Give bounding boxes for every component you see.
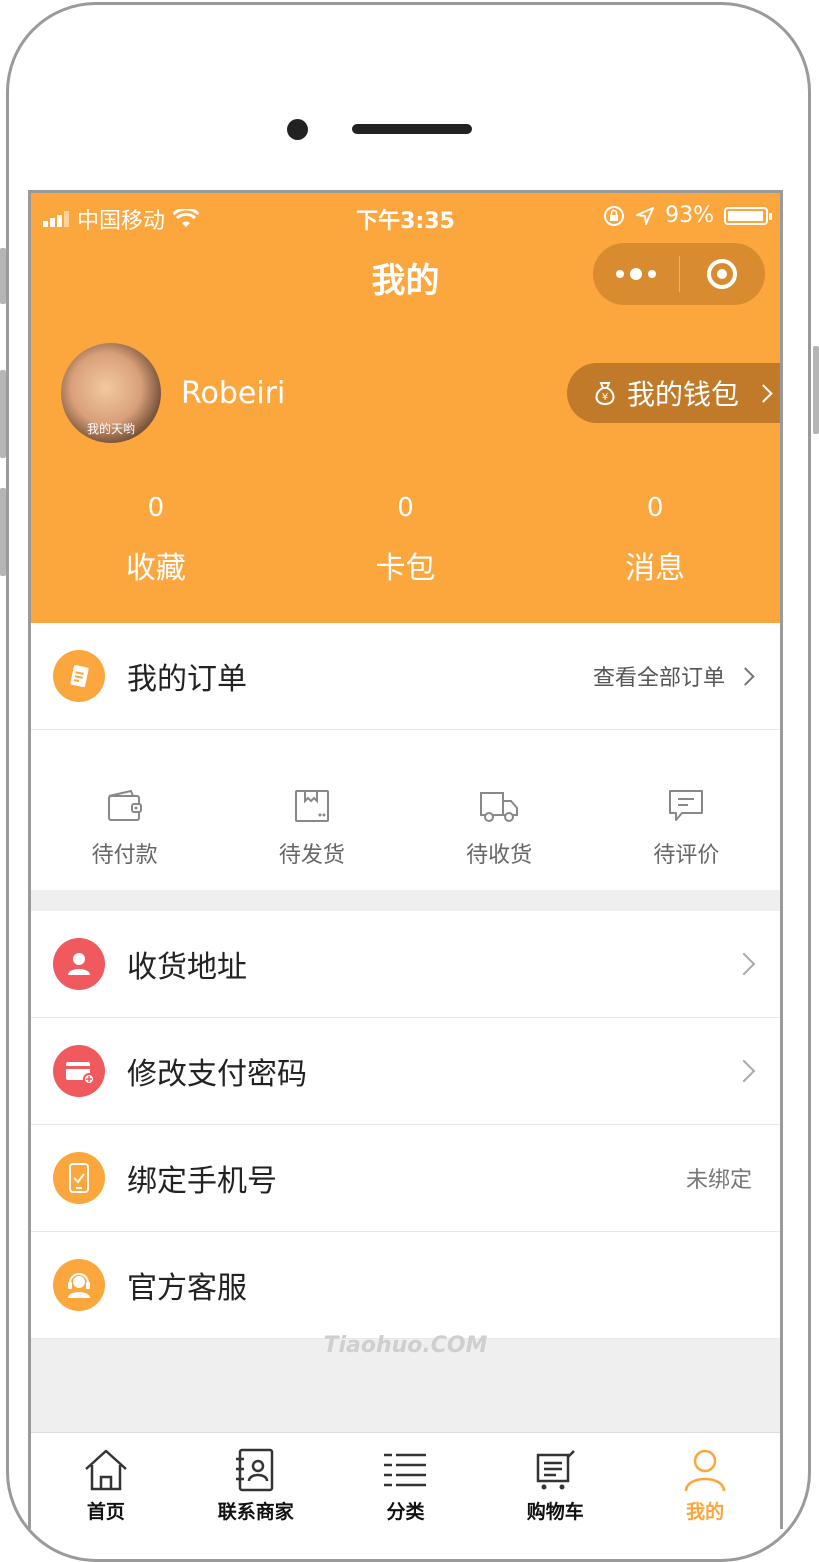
stat-count: 0 bbox=[397, 493, 414, 523]
view-all-orders-link[interactable]: 查看全部订单 bbox=[592, 660, 755, 692]
tab-label: 分类 bbox=[386, 1501, 425, 1523]
wallet-icon bbox=[107, 789, 142, 821]
truck-icon bbox=[480, 792, 519, 822]
card-icon bbox=[53, 1045, 105, 1097]
tab-mine[interactable]: 我的 bbox=[630, 1433, 780, 1529]
tab-label: 联系商家 bbox=[217, 1501, 294, 1523]
tab-cart[interactable]: 购物车 bbox=[480, 1433, 630, 1529]
watermark-text: Tiaohuo.COM bbox=[323, 1333, 488, 1358]
menu-item-label: 绑定手机号 bbox=[127, 1164, 277, 1199]
stat-label: 收藏 bbox=[125, 551, 186, 586]
profile-header: 中国移动 下午3:35 93% 我的 我的天哟 Robeiri ¥ 我的钱包 0… bbox=[31, 193, 780, 623]
avatar-caption: 我的天哟 bbox=[86, 422, 135, 436]
comment-icon bbox=[669, 790, 704, 821]
front-camera bbox=[287, 119, 308, 140]
username: Robeiri bbox=[181, 376, 286, 411]
orders-panel: 我的订单 查看全部订单 待付款 待发货 待收货 待评价 bbox=[31, 623, 780, 890]
home-icon bbox=[85, 1449, 127, 1491]
battery-icon bbox=[724, 206, 772, 225]
order-status-to-receive[interactable]: 待收货 bbox=[406, 751, 593, 869]
menu-item-label: 官方客服 bbox=[127, 1271, 247, 1306]
chevron-right-icon bbox=[736, 666, 755, 686]
menu-item-bind-phone[interactable]: 绑定手机号 未绑定 bbox=[31, 1125, 780, 1232]
stats-bar: 0 收藏 0 卡包 0 消息 bbox=[31, 493, 780, 587]
profile-icon bbox=[684, 1449, 726, 1492]
chevron-right-icon bbox=[754, 383, 773, 403]
money-bag-icon: ¥ bbox=[595, 382, 615, 406]
volume-down-button bbox=[0, 488, 6, 576]
order-status-label: 待收货 bbox=[466, 843, 533, 868]
screen: 中国移动 下午3:35 93% 我的 我的天哟 Robeiri ¥ 我的钱包 0… bbox=[28, 190, 783, 1529]
status-bar: 中国移动 下午3:35 93% bbox=[31, 193, 780, 239]
svg-text:¥: ¥ bbox=[602, 392, 608, 403]
stat-label: 卡包 bbox=[375, 551, 436, 586]
power-button bbox=[813, 346, 819, 434]
chevron-right-icon bbox=[732, 952, 756, 976]
order-list-icon bbox=[53, 650, 105, 702]
order-status-label: 待评价 bbox=[653, 843, 720, 868]
contact-icon bbox=[235, 1448, 273, 1492]
stat-label: 消息 bbox=[625, 551, 686, 586]
menu-item-address[interactable]: 收货地址 bbox=[31, 911, 780, 1018]
location-arrow-icon bbox=[636, 206, 655, 225]
phone-bind-status: 未绑定 bbox=[685, 1168, 752, 1193]
battery-percent: 93% bbox=[665, 203, 714, 228]
stat-messages[interactable]: 0 消息 bbox=[530, 493, 780, 587]
mute-switch bbox=[0, 248, 6, 304]
rotation-lock-icon bbox=[604, 205, 625, 226]
tab-home[interactable]: 首页 bbox=[31, 1433, 181, 1529]
volume-up-button bbox=[0, 370, 6, 458]
chevron-right-icon bbox=[732, 1059, 756, 1083]
cart-icon bbox=[537, 1450, 576, 1490]
wallet-label: 我的钱包 bbox=[627, 378, 740, 411]
stat-count: 0 bbox=[147, 493, 165, 523]
order-status-pending-payment[interactable]: 待付款 bbox=[31, 751, 218, 869]
tab-label: 首页 bbox=[86, 1501, 125, 1523]
watermark-logo: Tiaohuo.COM bbox=[31, 1333, 780, 1358]
my-orders-row[interactable]: 我的订单 查看全部订单 bbox=[31, 623, 780, 730]
tab-category[interactable]: 分类 bbox=[331, 1433, 481, 1529]
avatar[interactable]: 我的天哟 bbox=[61, 343, 161, 443]
tab-label: 购物车 bbox=[526, 1501, 584, 1523]
order-status-to-review[interactable]: 待评价 bbox=[593, 751, 780, 869]
menu-item-label: 修改支付密码 bbox=[127, 1057, 307, 1092]
order-status-label: 待发货 bbox=[278, 843, 345, 868]
menu-item-label: 收货地址 bbox=[127, 950, 247, 985]
order-status-to-ship[interactable]: 待发货 bbox=[218, 751, 405, 869]
settings-panel: 收货地址 修改支付密码 绑定手机号 未绑定 官方客服 bbox=[31, 911, 780, 1339]
category-icon bbox=[384, 1453, 427, 1487]
close-miniprogram-icon[interactable] bbox=[680, 259, 766, 289]
earpiece-speaker bbox=[352, 124, 472, 134]
tab-label: 我的 bbox=[686, 1501, 725, 1523]
tab-contact-merchant[interactable]: 联系商家 bbox=[181, 1433, 331, 1529]
stat-cards[interactable]: 0 卡包 bbox=[281, 493, 531, 587]
view-all-orders-label: 查看全部订单 bbox=[592, 666, 725, 691]
menu-item-customer-service[interactable]: 官方客服 bbox=[31, 1232, 780, 1339]
menu-item-payment-password[interactable]: 修改支付密码 bbox=[31, 1018, 780, 1125]
order-status-label: 待付款 bbox=[91, 843, 158, 868]
stat-favorites[interactable]: 0 收藏 bbox=[31, 493, 281, 587]
headset-icon bbox=[53, 1259, 105, 1311]
more-menu-icon[interactable] bbox=[593, 268, 679, 280]
stat-count: 0 bbox=[646, 493, 664, 523]
person-icon bbox=[53, 938, 105, 990]
phone-icon bbox=[53, 1152, 105, 1204]
package-icon bbox=[294, 790, 329, 822]
miniprogram-capsule bbox=[593, 243, 765, 305]
my-orders-label: 我的订单 bbox=[127, 662, 247, 697]
wallet-button[interactable]: ¥ 我的钱包 bbox=[567, 363, 780, 423]
tab-bar: 首页 联系商家 分类 购物车 我的 bbox=[31, 1432, 780, 1529]
order-status-bar: 待付款 待发货 待收货 待评价 bbox=[31, 730, 780, 890]
